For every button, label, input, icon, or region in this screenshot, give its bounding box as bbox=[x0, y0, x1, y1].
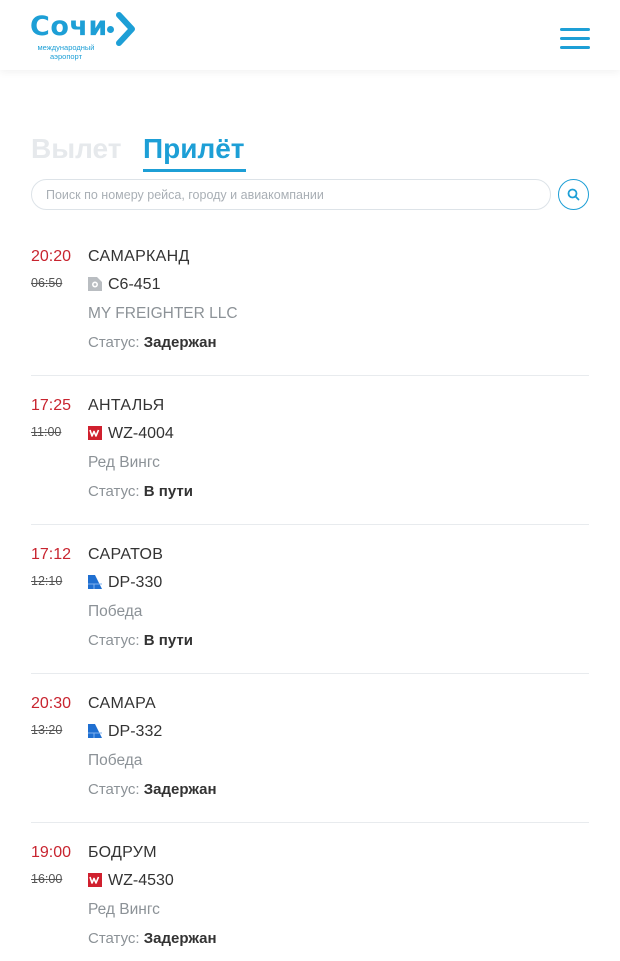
flight-number: WZ-4530 bbox=[108, 872, 174, 889]
status-value: В пути bbox=[143, 632, 193, 649]
tab-departures[interactable]: Вылет bbox=[31, 131, 121, 167]
flight-row[interactable]: 17:25 11:00 АНТАЛЬЯ WZ-4004 Ред Вингс Ст… bbox=[0, 389, 620, 538]
status-label: Статус: bbox=[88, 781, 140, 798]
scheduled-time: 12:10 bbox=[31, 574, 63, 588]
search-button[interactable] bbox=[558, 179, 589, 210]
flight-status: Статус: Задержан bbox=[88, 780, 217, 800]
flight-status: Статус: В пути bbox=[88, 631, 193, 651]
flight-row[interactable]: 20:30 13:20 САМАРА DP-332 Победа Статус:… bbox=[0, 687, 620, 836]
actual-time: 19:00 bbox=[31, 844, 72, 861]
flight-number: WZ-4004 bbox=[108, 425, 174, 442]
active-tab-indicator bbox=[143, 169, 246, 172]
hamburger-menu-icon[interactable] bbox=[560, 26, 590, 50]
flight-status: Статус: В пути bbox=[88, 482, 193, 502]
flight-row[interactable]: 19:00 16:00 БОДРУМ WZ-4530 Ред Вингс Ста… bbox=[0, 836, 620, 961]
airline-name: MY FREIGHTER LLC bbox=[88, 305, 238, 322]
scheduled-time: 06:50 bbox=[31, 276, 63, 290]
tab-arrivals[interactable]: Прилёт bbox=[143, 131, 245, 167]
actual-time: 17:12 bbox=[31, 546, 72, 563]
pobeda-icon bbox=[88, 724, 102, 738]
row-divider bbox=[31, 375, 589, 376]
status-value: Задержан bbox=[143, 334, 217, 351]
logo-wordmark: Сочи bbox=[30, 11, 108, 42]
flight-list: 20:20 06:50 САМАРКАНД C6-451 MY FREIGHTE… bbox=[0, 240, 620, 961]
status-value: Задержан bbox=[143, 930, 217, 947]
logo-dot bbox=[107, 26, 114, 33]
logo-arrow-icon bbox=[116, 12, 135, 46]
status-value: Задержан bbox=[143, 781, 217, 798]
search-icon bbox=[567, 188, 580, 201]
status-label: Статус: bbox=[88, 483, 140, 500]
sochi-airport-logo[interactable]: Сочи международный аэропорт bbox=[30, 10, 150, 62]
origin-city: САРАТОВ bbox=[88, 546, 164, 563]
airline-name: Ред Вингс bbox=[88, 901, 160, 918]
scheduled-time: 13:20 bbox=[31, 723, 63, 737]
actual-time: 20:30 bbox=[31, 695, 72, 712]
search-input[interactable] bbox=[31, 179, 551, 210]
airline-name: Ред Вингс bbox=[88, 454, 160, 471]
row-divider bbox=[31, 524, 589, 525]
actual-time: 17:25 bbox=[31, 397, 72, 414]
flight-row[interactable]: 20:20 06:50 САМАРКАНД C6-451 MY FREIGHTE… bbox=[0, 240, 620, 389]
origin-city: САМАРА bbox=[88, 695, 156, 712]
flight-row[interactable]: 17:12 12:10 САРАТОВ DP-330 Победа Статус… bbox=[0, 538, 620, 687]
origin-city: САМАРКАНД bbox=[88, 248, 190, 265]
flight-status: Статус: Задержан bbox=[88, 333, 217, 353]
status-label: Статус: bbox=[88, 632, 140, 649]
generic-airline-icon bbox=[88, 277, 102, 291]
row-divider bbox=[31, 673, 589, 674]
row-divider bbox=[31, 822, 589, 823]
header: Сочи международный аэропорт bbox=[0, 0, 620, 70]
scheduled-time: 16:00 bbox=[31, 872, 63, 886]
status-value: В пути bbox=[143, 483, 193, 500]
flight-number: C6-451 bbox=[108, 276, 161, 293]
status-label: Статус: bbox=[88, 334, 140, 351]
red-wings-icon bbox=[88, 426, 102, 440]
logo-subtitle: международный аэропорт bbox=[37, 43, 95, 61]
status-label: Статус: bbox=[88, 930, 140, 947]
pobeda-icon bbox=[88, 575, 102, 589]
flight-number: DP-330 bbox=[108, 574, 163, 591]
origin-city: БОДРУМ bbox=[88, 844, 157, 861]
actual-time: 20:20 bbox=[31, 248, 72, 265]
origin-city: АНТАЛЬЯ bbox=[88, 397, 165, 414]
scheduled-time: 11:00 bbox=[31, 425, 62, 439]
flight-status: Статус: Задержан bbox=[88, 929, 217, 949]
airline-name: Победа bbox=[88, 752, 143, 769]
airline-name: Победа bbox=[88, 603, 143, 620]
red-wings-icon bbox=[88, 873, 102, 887]
flight-number: DP-332 bbox=[108, 723, 163, 740]
